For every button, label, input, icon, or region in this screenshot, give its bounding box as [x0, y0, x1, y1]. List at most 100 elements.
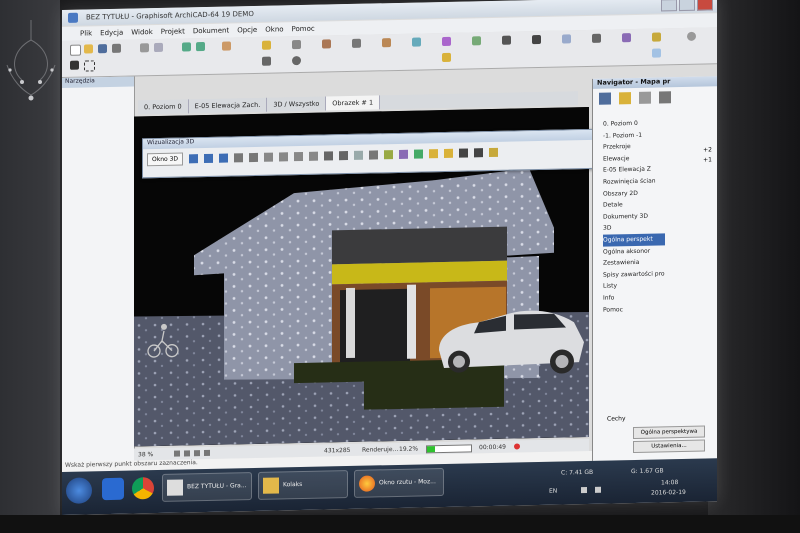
maximize-button[interactable] [679, 0, 695, 12]
system-tray: C: 7.41 GB G: 1.67 GB EN 14:08 2016-02-1… [541, 462, 711, 502]
stop-render-icon[interactable] [514, 443, 520, 450]
menu-dokument[interactable]: Dokument [193, 26, 229, 35]
arrow-select-icon[interactable] [70, 60, 79, 70]
open-folder-icon[interactable] [84, 44, 93, 54]
print-icon[interactable] [112, 43, 121, 53]
column-tool-icon[interactable] [352, 38, 361, 48]
network-icon[interactable] [595, 486, 601, 493]
marquee-icon[interactable] [84, 60, 95, 72]
pencil-icon[interactable] [222, 41, 231, 51]
cube-icon[interactable] [324, 151, 334, 161]
walk-icon[interactable] [234, 153, 244, 163]
chrome-icon[interactable] [132, 477, 154, 500]
text-tool-icon[interactable] [532, 34, 541, 45]
rendering-percent: 19.2% [399, 445, 419, 453]
teamwork-icon[interactable] [652, 48, 661, 58]
publisher-icon[interactable] [659, 91, 671, 104]
home-view-icon[interactable] [279, 152, 289, 162]
internet-explorer-icon[interactable] [102, 477, 124, 501]
folder-icon [263, 477, 279, 494]
cut-icon[interactable] [140, 43, 149, 53]
menu-projekt[interactable]: Projekt [161, 27, 185, 36]
close-button[interactable] [697, 0, 713, 11]
magic-wand-icon[interactable] [442, 52, 451, 63]
menu-opcje[interactable]: Opcje [237, 26, 257, 34]
taskbar-archicad[interactable]: BEZ TYTUŁU - Gra... [162, 472, 252, 502]
object-tool-icon[interactable] [442, 36, 451, 47]
zoom-out-icon[interactable] [184, 450, 190, 457]
axonometry-icon[interactable] [219, 153, 229, 163]
perspective-icon[interactable] [204, 153, 214, 164]
zoom-level[interactable]: 38 % [138, 451, 153, 458]
fly-icon[interactable] [249, 152, 259, 163]
door-tool-icon[interactable] [382, 38, 391, 48]
tab-3d-all[interactable]: 3D / Wszystko [267, 96, 327, 112]
fill-tool-icon[interactable] [562, 34, 571, 44]
redo-icon[interactable] [196, 42, 205, 52]
navigator-item[interactable]: Spisy zawartości pro [603, 268, 665, 281]
rendering-time: 00:00:49 [479, 443, 506, 452]
taskbar-folder[interactable]: Kolaks [258, 470, 348, 500]
dimension-tool-icon[interactable] [502, 35, 511, 45]
menu-widok[interactable]: Widok [131, 28, 153, 36]
language-indicator[interactable]: EN [549, 488, 557, 495]
photo-render-icon[interactable] [489, 147, 499, 158]
tab-image[interactable]: Obrazek # 1 [326, 95, 381, 111]
rendering-progress-bar [426, 444, 472, 454]
taskbar-firefox[interactable]: Okno rzutu - Moz... [354, 467, 444, 498]
sun-icon[interactable] [429, 149, 439, 159]
new-file-icon[interactable] [70, 44, 81, 56]
zone-tool-icon[interactable] [472, 36, 481, 46]
play-icon[interactable] [264, 152, 274, 162]
navigator-item[interactable]: Rozwinięcia ścian [603, 175, 665, 188]
fit-window-icon[interactable] [204, 449, 210, 457]
toolbox-title: Narzędzia [62, 76, 134, 88]
render-icon[interactable] [652, 32, 661, 42]
marker-icon[interactable] [384, 150, 394, 160]
clock-date[interactable]: 2016-02-19 [651, 489, 686, 497]
arc-tool-icon[interactable] [292, 55, 301, 66]
settings-gear-icon[interactable] [687, 31, 696, 41]
project-map-icon[interactable] [599, 92, 611, 105]
slab-tool-icon[interactable] [292, 39, 301, 50]
save-icon[interactable] [98, 44, 107, 54]
section-icon[interactable] [414, 149, 424, 159]
roof-tool-icon[interactable] [322, 39, 331, 49]
layers-icon[interactable] [622, 33, 631, 43]
copy-icon[interactable] [154, 42, 163, 53]
open-3d-window-button[interactable]: Okno 3D [147, 152, 184, 167]
window-tool-icon[interactable] [412, 37, 421, 47]
menu-okno[interactable]: Okno [265, 25, 283, 33]
line-tool-icon[interactable] [262, 56, 271, 66]
menu-pomoc[interactable]: Pomoc [292, 25, 315, 33]
style-icon[interactable] [354, 150, 364, 160]
view-properties-field[interactable]: Ogólna perspektywa [633, 425, 705, 440]
orbit-icon[interactable] [189, 154, 199, 164]
view-map-icon[interactable] [619, 92, 631, 105]
tab-elevation[interactable]: E-05 Elewacja Zach. [188, 97, 268, 114]
zoom-in-icon[interactable] [174, 450, 180, 457]
layout-book-icon[interactable] [639, 91, 651, 104]
camera-tool-icon[interactable] [592, 33, 601, 43]
paint-icon[interactable] [399, 149, 409, 159]
filter-icon[interactable] [369, 150, 379, 160]
tab-floor-plan[interactable]: 0. Poziom 0 [138, 99, 189, 115]
navigator-item[interactable]: Pomoc [603, 303, 665, 316]
light-icon[interactable] [309, 151, 319, 161]
undo-icon[interactable] [182, 42, 191, 52]
bulb-icon[interactable] [444, 148, 454, 158]
minimize-button[interactable] [661, 0, 677, 12]
settings-button[interactable]: Ustawienia... [633, 439, 705, 454]
clock-time[interactable]: 14:08 [661, 479, 678, 486]
zoom-icon[interactable] [294, 151, 304, 162]
camera-icon[interactable] [459, 148, 469, 158]
level-marker-top: +2 [703, 146, 712, 154]
wall-tool-icon[interactable] [262, 40, 271, 50]
cutting-plane-icon[interactable] [339, 151, 349, 161]
menu-plik[interactable]: Plik [80, 29, 92, 37]
render-settings-icon[interactable] [474, 148, 484, 158]
start-button[interactable] [66, 477, 92, 504]
pan-icon[interactable] [194, 450, 200, 457]
menu-edycja[interactable]: Edycja [100, 29, 123, 37]
volume-icon[interactable] [581, 487, 587, 494]
